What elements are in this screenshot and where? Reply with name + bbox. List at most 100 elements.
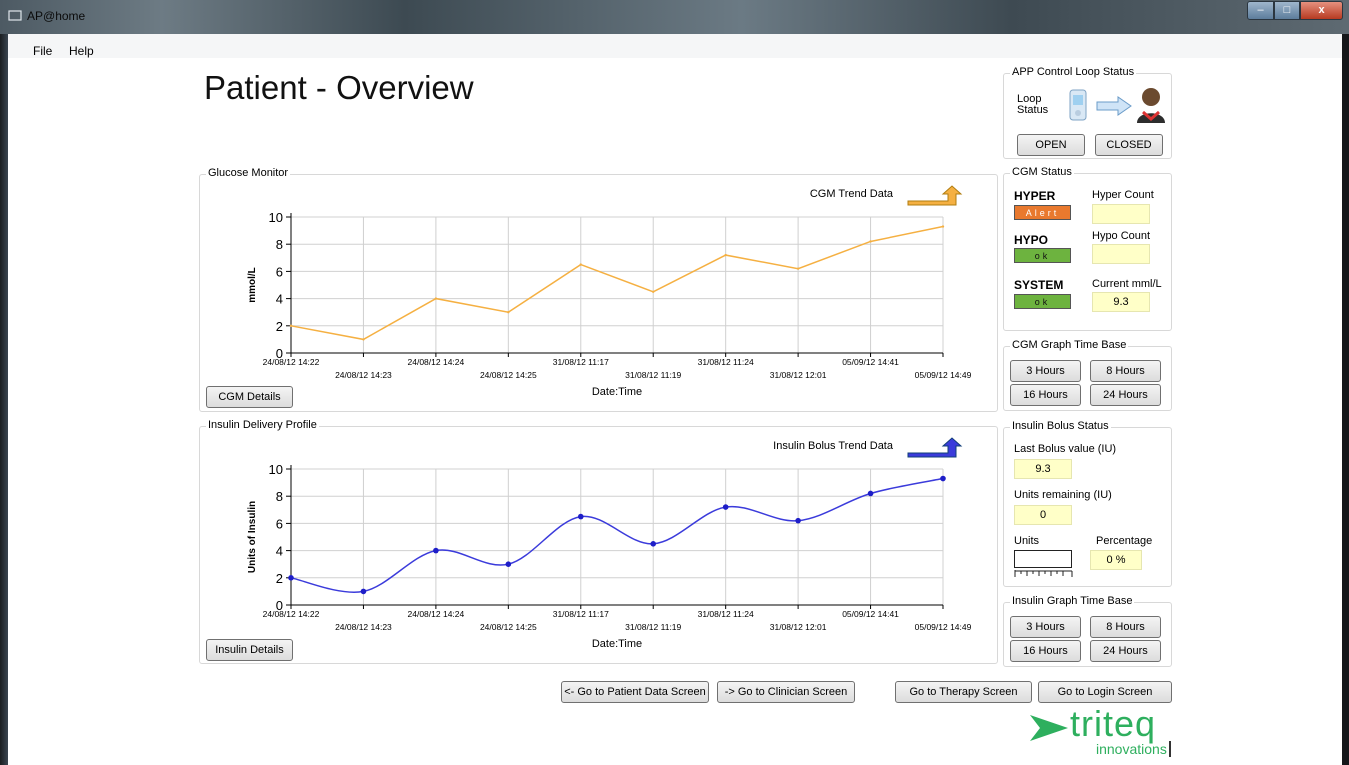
x-tick-label: 24/08/12 14:25 <box>480 370 537 380</box>
x-tick-label: 24/08/12 14:24 <box>408 609 465 619</box>
hypo-count-label: Hypo Count <box>1092 230 1151 242</box>
x-tick-label: 24/08/12 14:22 <box>263 357 320 367</box>
units-label: Units <box>1014 535 1040 547</box>
hyper-count-label: Hyper Count <box>1092 189 1154 201</box>
menu-help-label: Help <box>69 44 94 58</box>
cgm-status-panel: CGM Status HYPER Alert Hyper Count HYPO … <box>1003 166 1172 331</box>
data-point <box>940 475 946 482</box>
insulin-16-hours-button[interactable]: 16 Hours <box>1010 640 1081 662</box>
hyper-indicator: Alert <box>1014 205 1071 220</box>
x-axis-title: Date:Time <box>592 638 642 650</box>
y-tick-label: 6 <box>276 516 283 531</box>
cgm-3-hours-button[interactable]: 3 Hours <box>1010 360 1081 382</box>
data-point <box>433 547 439 554</box>
insulin-8-hours-button[interactable]: 8 Hours <box>1090 616 1161 638</box>
cgm-time-base-panel: CGM Graph Time Base 3 Hours 8 Hours 16 H… <box>1003 339 1172 411</box>
data-point <box>288 575 294 581</box>
percentage-field: 0 % <box>1090 550 1142 570</box>
logo-tagline: innovations <box>1096 741 1171 757</box>
units-remaining-field: 0 <box>1014 505 1072 525</box>
data-point <box>722 504 729 510</box>
x-axis-title: Date:Time <box>592 386 642 398</box>
menu-file-label: File <box>33 44 53 58</box>
glucose-monitor-panel: Glucose Monitor 0 2 4 6 8 10 24/08/12 14:22 24/… <box>199 167 998 412</box>
insulin-3-hours-button[interactable]: 3 Hours <box>1010 616 1081 638</box>
device-icon <box>1069 89 1087 121</box>
y-axis-title: mmol/L <box>247 267 258 303</box>
y-tick-label: 2 <box>276 319 283 334</box>
units-progress-bar <box>1014 550 1072 568</box>
insulin-bolus-status-label: Insulin Bolus Status <box>1010 420 1111 432</box>
data-point <box>505 561 512 567</box>
data-point <box>360 588 367 595</box>
data-point <box>795 517 801 524</box>
y-tick-label: 8 <box>276 489 283 504</box>
x-tick-label: 05/09/12 14:41 <box>842 609 899 619</box>
insulin-time-base-label: Insulin Graph Time Base <box>1010 595 1135 607</box>
y-tick-label: 4 <box>276 544 283 559</box>
last-bolus-field: 9.3 <box>1014 459 1072 479</box>
go-to-therapy-button[interactable]: Go to Therapy Screen <box>895 681 1032 703</box>
x-tick-label: 31/08/12 11:24 <box>698 357 754 367</box>
hypo-count-field <box>1092 244 1150 264</box>
data-point <box>867 490 874 497</box>
cgm-time-base-label: CGM Graph Time Base <box>1010 339 1129 351</box>
current-mmol-field: 9.3 <box>1092 292 1150 312</box>
window-title: AP@home <box>27 9 86 23</box>
go-to-login-button[interactable]: Go to Login Screen <box>1038 681 1172 703</box>
x-tick-label: 31/08/12 11:19 <box>625 370 681 380</box>
x-tick-label: 31/08/12 11:24 <box>698 609 754 619</box>
loop-status-panel: APP Control Loop Status Loop Status OPEN… <box>1003 66 1172 159</box>
units-scale-ticks <box>1014 570 1073 577</box>
triteq-logo-icon <box>1030 715 1068 741</box>
x-tick-label: 24/08/12 14:25 <box>480 622 537 632</box>
system-label: SYSTEM <box>1014 278 1064 292</box>
cgm-details-button[interactable]: CGM Details <box>206 386 293 408</box>
y-tick-label: 10 <box>269 210 283 225</box>
x-tick-label: 24/08/12 14:23 <box>335 370 392 380</box>
x-tick-label: 31/08/12 12:01 <box>770 370 827 380</box>
loop-open-button[interactable]: OPEN <box>1017 134 1085 156</box>
cgm-8-hours-button[interactable]: 8 Hours <box>1090 360 1161 382</box>
y-axis-title: Units of Insulin <box>247 501 258 573</box>
x-tick-label: 24/08/12 14:24 <box>408 357 465 367</box>
insulin-details-button[interactable]: Insulin Details <box>206 639 293 661</box>
app-icon <box>8 10 22 21</box>
units-remaining-label: Units remaining (IU) <box>1014 489 1112 501</box>
insulin-24-hours-button[interactable]: 24 Hours <box>1090 640 1161 662</box>
x-tick-label: 31/08/12 12:01 <box>770 622 827 632</box>
go-to-clinician-button[interactable]: -> Go to Clinician Screen <box>717 681 855 703</box>
x-tick-label: 05/09/12 14:49 <box>915 622 972 632</box>
y-tick-label: 6 <box>276 264 283 279</box>
minimize-button[interactable]: – <box>1247 1 1274 20</box>
hyper-count-field <box>1092 204 1150 224</box>
loop-status-group-label: APP Control Loop Status <box>1010 66 1137 78</box>
data-point <box>289 324 293 327</box>
loop-status-label: Loop Status <box>1017 93 1049 116</box>
last-bolus-label: Last Bolus value (IU) <box>1014 443 1117 455</box>
close-button[interactable]: x <box>1300 1 1343 20</box>
data-point <box>941 225 945 228</box>
maximize-button[interactable]: □ <box>1274 1 1300 20</box>
data-point <box>724 253 727 257</box>
go-to-patient-data-button[interactable]: <- Go to Patient Data Screen <box>561 681 709 703</box>
cgm-24-hours-button[interactable]: 24 Hours <box>1090 384 1161 406</box>
y-tick-label: 4 <box>276 292 283 307</box>
y-tick-label: 2 <box>276 571 283 586</box>
glucose-chart: 024681024/08/12 14:2224/08/12 14:2324/08… <box>247 185 972 398</box>
trend-arrow-icon <box>907 185 963 206</box>
data-point <box>796 267 800 270</box>
logo-name: triteq <box>1070 703 1157 744</box>
data-point <box>507 311 510 314</box>
data-point <box>577 513 584 520</box>
x-tick-label: 05/09/12 14:49 <box>915 370 972 380</box>
trend-arrow-icon <box>907 437 963 458</box>
loop-closed-button[interactable]: CLOSED <box>1095 134 1163 156</box>
series-line <box>290 477 944 593</box>
hypo-label: HYPO <box>1014 233 1049 247</box>
data-point <box>434 297 438 300</box>
legend-label: CGM Trend Data <box>810 188 894 200</box>
cgm-16-hours-button[interactable]: 16 Hours <box>1010 384 1081 406</box>
y-tick-label: 8 <box>276 237 283 252</box>
arrow-right-icon <box>1096 96 1132 116</box>
